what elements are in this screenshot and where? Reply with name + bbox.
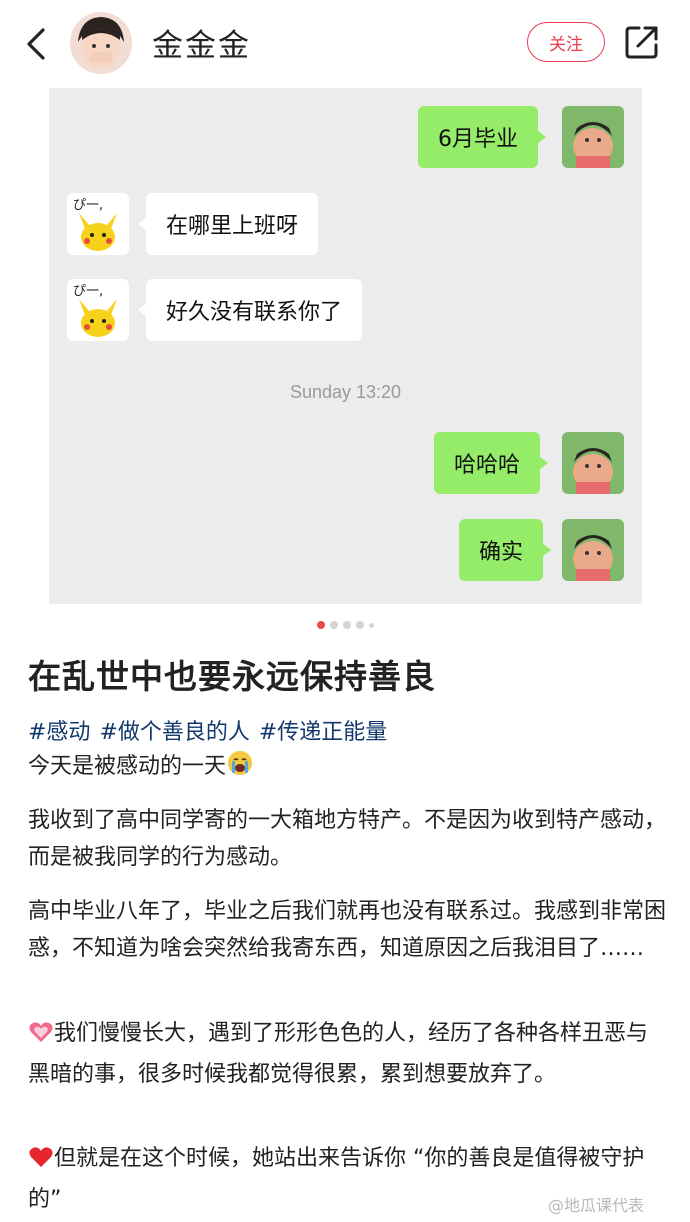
tag-link[interactable]: #传递正能量 (259, 720, 387, 745)
share-button[interactable] (622, 22, 662, 62)
chat-bubble-sent: 哈哈哈 (434, 432, 549, 494)
pagination-dot[interactable] (329, 621, 338, 629)
pagination-dot[interactable] (368, 622, 374, 628)
image-pagination (0, 619, 690, 631)
crying-face-icon (226, 749, 254, 789)
chat-bubble-sent: 确实 (459, 519, 552, 581)
pikachu-avatar: ぴ一, (67, 193, 129, 255)
pagination-dot[interactable] (355, 621, 364, 629)
pikachu-avatar: ぴ一, (67, 279, 129, 341)
paragraph-3-text: 我们慢慢长大，遇到了形形色色的人，经历了各种各样丑恶与黑暗的事，很多时候我都觉得… (28, 1021, 649, 1087)
post-paragraph-2: 高中毕业八年了，毕业之后我们就再也没有联系过。我感到非常困惑，不知道为啥会突然给… (28, 899, 667, 961)
intro-text: 今天是被感动的一天 (28, 754, 227, 779)
chat-bubble-received: 在哪里上班呀 (137, 193, 319, 255)
post-title: 在乱世中也要永远保持善良 (28, 657, 436, 696)
sparkling-heart-icon (28, 1019, 54, 1056)
chat-bubble-sent: 6月毕业 (418, 106, 546, 168)
post-tags: #感动 #做个善良的人 #传递正能量 (28, 714, 389, 746)
top-bar: 金金金 关注 (0, 0, 690, 88)
follow-button[interactable]: 关注 (527, 22, 605, 62)
back-button[interactable] (18, 24, 54, 64)
post-paragraph-3: 我们慢慢长大，遇到了形形色色的人，经历了各种各样丑恶与黑暗的事，很多时候我都觉得… (28, 1015, 668, 1093)
author-name[interactable]: 金金金 (152, 20, 251, 65)
svg-text:ぴ一,: ぴ一, (73, 284, 103, 299)
author-avatar[interactable] (70, 12, 132, 74)
back-arrow-icon (27, 28, 45, 60)
post-paragraph-1: 我收到了高中同学寄的一大箱地方特产。不是因为收到特产感动，而是被我同学的行为感动… (28, 808, 667, 870)
sender-avatar (562, 519, 624, 581)
watermark: @地瓜课代表 (548, 1196, 645, 1215)
chat-timestamp: Sunday 13:20 (289, 382, 402, 402)
post-intro: 今天是被感动的一天 (28, 748, 668, 789)
tag-link[interactable]: #做个善良的人 (99, 720, 249, 745)
sender-avatar (562, 106, 624, 168)
tag-link[interactable]: #感动 (28, 720, 90, 745)
pagination-dot[interactable] (342, 621, 351, 629)
sender-avatar (562, 432, 624, 494)
chat-bubble-received: 好久没有联系你了 (137, 279, 363, 341)
svg-text:ぴ一,: ぴ一, (73, 198, 103, 213)
red-heart-icon (28, 1144, 54, 1181)
pagination-dot-active[interactable] (316, 621, 325, 629)
chat-screenshot-image[interactable]: 6月毕业 ぴ一, 在哪里上班呀 ぴ一, 好久没有联系你了 Sunday 13:2… (49, 88, 642, 604)
share-icon (625, 26, 658, 59)
